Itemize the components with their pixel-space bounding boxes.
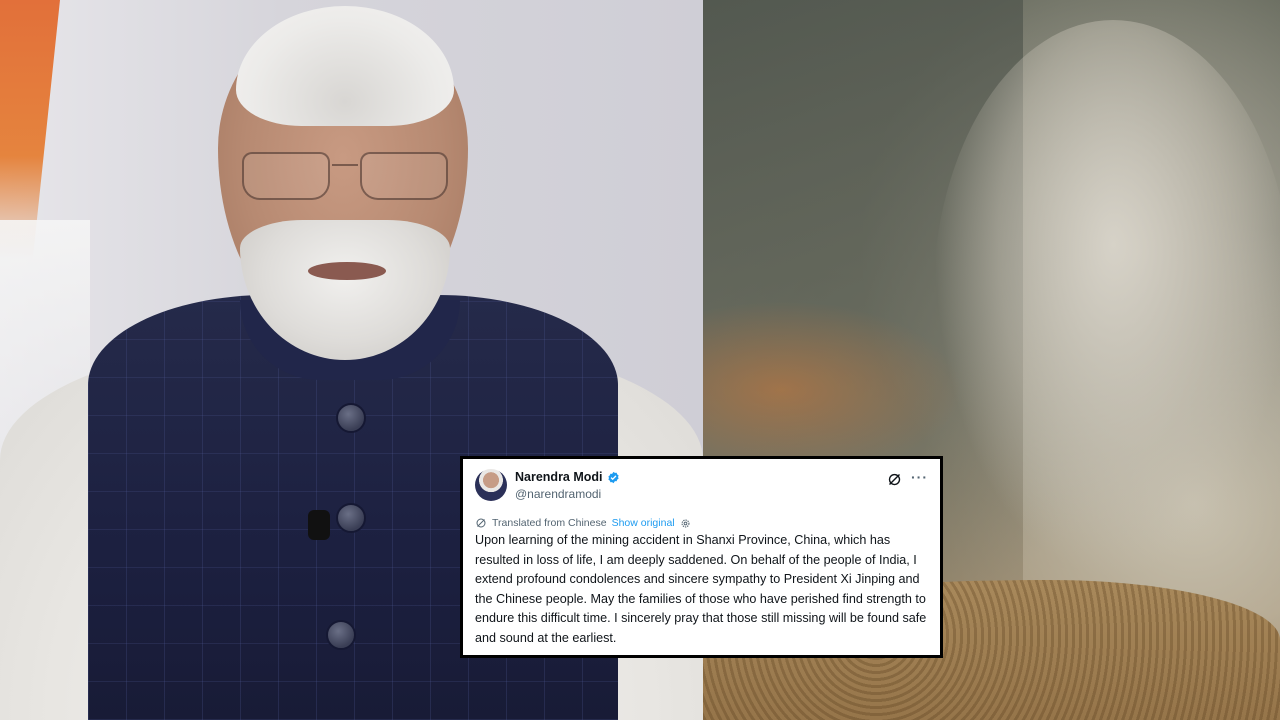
avatar[interactable] — [475, 469, 507, 501]
author-block: Narendra Modi @narendramodi — [515, 470, 620, 501]
soil-patch — [703, 300, 963, 480]
tweet-card[interactable]: Narendra Modi @narendramodi ··· Translat… — [460, 456, 943, 658]
translation-notice: Translated from Chinese Show original — [475, 517, 928, 529]
verified-badge-icon — [607, 471, 619, 483]
dust-cloud — [933, 20, 1280, 580]
show-original-link[interactable]: Show original — [612, 517, 675, 529]
tweet-text: Upon learning of the mining accident in … — [475, 533, 927, 645]
jacket-button — [326, 620, 356, 650]
translate-icon — [476, 518, 486, 528]
author-name[interactable]: Narendra Modi — [515, 470, 603, 484]
jacket-button — [336, 503, 366, 533]
tweet-header: Narendra Modi @narendramodi ··· — [475, 469, 928, 507]
mouth — [308, 262, 386, 280]
settings-icon[interactable] — [680, 518, 691, 529]
author-handle[interactable]: @narendramodi — [515, 487, 620, 501]
lapel-mic — [308, 510, 330, 540]
more-options-icon[interactable]: ··· — [911, 469, 928, 485]
jacket-button — [336, 403, 366, 433]
glasses — [242, 152, 448, 200]
grok-icon[interactable] — [887, 472, 902, 487]
translated-label: Translated from Chinese — [492, 517, 607, 529]
hair — [236, 6, 454, 126]
